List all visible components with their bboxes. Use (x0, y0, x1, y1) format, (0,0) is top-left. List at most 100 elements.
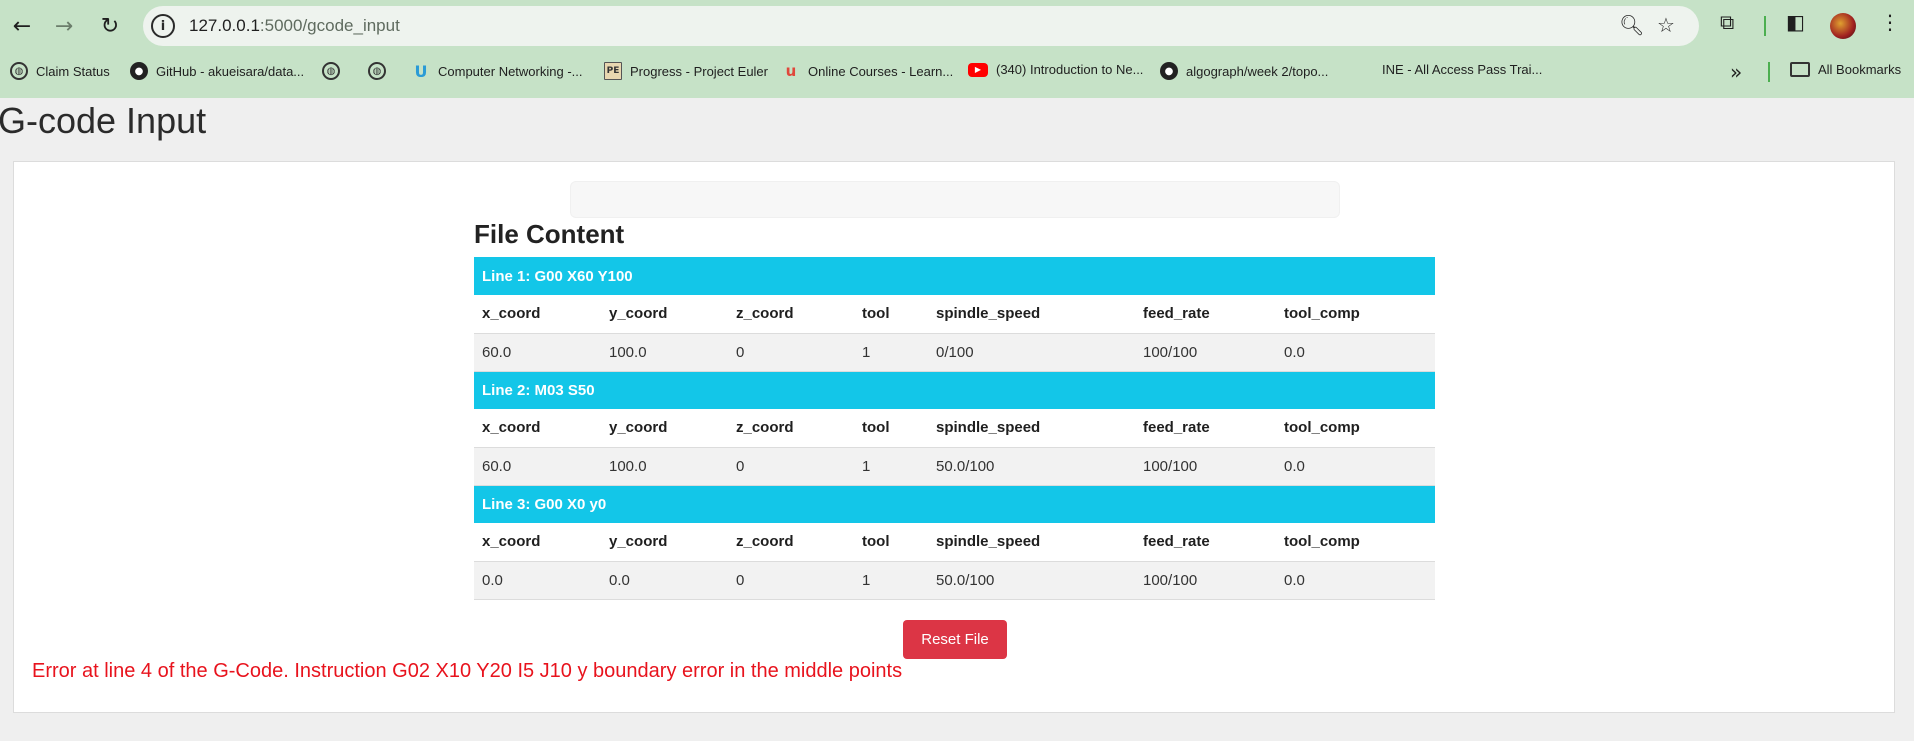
page-title: G-code Input (0, 100, 207, 141)
bookmark-label: Computer Networking -... (438, 63, 583, 79)
column-header: z_coord (728, 523, 854, 562)
reload-icon[interactable]: ↻ (94, 10, 126, 42)
column-header: feed_rate (1135, 409, 1276, 448)
column-header-row: x_coord y_coord z_coord tool spindle_spe… (474, 409, 1435, 448)
column-header: x_coord (474, 409, 601, 448)
table-row: 0.0 0.0 0 1 50.0/100 100/100 0.0 (474, 561, 1435, 600)
table-cell: 0 (728, 447, 854, 486)
url-path: :5000/gcode_input (259, 16, 400, 35)
back-arrow-icon[interactable]: ← (6, 10, 38, 42)
table-cell: 60.0 (474, 333, 601, 372)
folder-icon (1790, 62, 1810, 77)
bookmark-item[interactable]: PE Progress - Project Euler (604, 62, 768, 80)
column-header: spindle_speed (928, 409, 1135, 448)
table-cell: 100/100 (1135, 561, 1276, 600)
column-header: feed_rate (1135, 523, 1276, 562)
table-cell: 0/100 (928, 333, 1135, 372)
table-cell: 100.0 (601, 333, 728, 372)
section-title: File Content (474, 219, 625, 249)
bookmarks-bar: ◍ Claim Status ● GitHub - akueisara/data..… (0, 58, 1914, 86)
column-header: x_coord (474, 295, 601, 334)
table-row: 60.0 100.0 0 1 50.0/100 100/100 0.0 (474, 447, 1435, 486)
table-cell: 60.0 (474, 447, 601, 486)
column-header: z_coord (728, 295, 854, 334)
table-cell: 1 (854, 447, 928, 486)
udemy-icon: u (785, 62, 797, 80)
column-header: y_coord (601, 523, 728, 562)
url-host: 127.0.0.1 (189, 16, 260, 35)
bookmark-label: Progress - Project Euler (630, 63, 768, 79)
table-cell: 50.0/100 (928, 447, 1135, 486)
line-header-row: Line 3: G00 X0 y0 (474, 485, 1435, 523)
table-cell: 100.0 (601, 447, 728, 486)
url-text[interactable]: 127.0.0.1:5000/gcode_input (189, 16, 400, 36)
column-header: spindle_speed (928, 295, 1135, 334)
table-cell: 1 (854, 333, 928, 372)
bookmark-item[interactable]: U Computer Networking -... (412, 61, 583, 81)
forward-arrow-icon[interactable]: → (48, 10, 80, 42)
column-header: tool (854, 523, 928, 562)
line-header: Line 2: M03 S50 (474, 371, 1435, 409)
column-header: tool_comp (1276, 523, 1435, 562)
bookmark-label: GitHub - akueisara/data... (156, 63, 305, 79)
project-euler-icon: PE (604, 62, 622, 80)
profile-avatar[interactable] (1830, 13, 1856, 39)
zoom-icon[interactable]: 🔍︎ (1619, 13, 1644, 37)
table-cell: 0.0 (601, 561, 728, 600)
bookmark-label: Claim Status (36, 63, 110, 79)
gcode-table: Line 1: G00 X60 Y100 x_coord y_coord z_c… (474, 257, 1435, 600)
bookmark-item[interactable]: u Online Courses - Learn... (782, 62, 954, 80)
table-cell: 0.0 (1276, 333, 1435, 372)
globe-icon: ◍ (368, 62, 386, 80)
bookmark-item[interactable]: ● GitHub - akueisara/data... (130, 62, 304, 80)
table-cell: 0.0 (1276, 447, 1435, 486)
bookmark-item[interactable]: INE - All Access Pass Trai... (1382, 62, 1542, 77)
table-row: 60.0 100.0 0 1 0/100 100/100 0.0 (474, 333, 1435, 372)
github-icon: ● (130, 62, 148, 80)
column-header: tool_comp (1276, 409, 1435, 448)
column-header-row: x_coord y_coord z_coord tool spindle_spe… (474, 295, 1435, 334)
table-cell: 0 (728, 333, 854, 372)
address-bar[interactable]: i 127.0.0.1:5000/gcode_input 🔍︎ ☆ (143, 6, 1699, 46)
side-panel-icon[interactable]: ◧ (1786, 10, 1805, 34)
all-bookmarks-button[interactable]: All Bookmarks (1790, 62, 1901, 77)
table-cell: 0.0 (1276, 561, 1435, 600)
all-bookmarks-label: All Bookmarks (1818, 62, 1902, 77)
globe-icon: ◍ (10, 62, 28, 80)
bookmark-item[interactable]: ◍ (322, 62, 348, 80)
table-cell: 0.0 (474, 561, 601, 600)
github-icon: ● (1160, 62, 1178, 80)
column-header: x_coord (474, 523, 601, 562)
bookmark-item[interactable]: ● algograph/week 2/topo... (1160, 62, 1328, 80)
table-cell: 50.0/100 (928, 561, 1135, 600)
extensions-icon[interactable]: ⧉ (1720, 10, 1734, 34)
table-cell: 100/100 (1135, 447, 1276, 486)
table-cell: 1 (854, 561, 928, 600)
menu-kebab-icon[interactable]: ⋮ (1880, 10, 1900, 34)
line-header: Line 1: G00 X60 Y100 (474, 257, 1435, 295)
browser-chrome: ← → ↻ i 127.0.0.1:5000/gcode_input 🔍︎ ☆ … (0, 0, 1914, 98)
line-header-row: Line 1: G00 X60 Y100 (474, 257, 1435, 295)
column-header: y_coord (601, 295, 728, 334)
bookmark-label: INE - All Access Pass Trai... (1382, 62, 1543, 77)
bookmark-label: Online Courses - Learn... (808, 63, 954, 79)
bookmark-item[interactable]: ▶ (340) Introduction to Ne... (968, 62, 1143, 77)
column-header: feed_rate (1135, 295, 1276, 334)
site-info-icon[interactable]: i (151, 14, 175, 38)
bookmarks-divider (1768, 62, 1770, 82)
column-header: tool (854, 409, 928, 448)
line-header-row: Line 2: M03 S50 (474, 371, 1435, 409)
column-header: tool (854, 295, 928, 334)
column-header-row: x_coord y_coord z_coord tool spindle_spe… (474, 523, 1435, 562)
udacity-icon: U (414, 61, 428, 81)
table-cell: 0 (728, 561, 854, 600)
column-header: spindle_speed (928, 523, 1135, 562)
bookmark-item[interactable]: ◍ Claim Status (10, 62, 110, 80)
globe-icon: ◍ (322, 62, 340, 80)
reset-file-button[interactable]: Reset File (903, 620, 1007, 659)
bookmark-item[interactable]: ◍ (368, 62, 394, 80)
bookmarks-overflow-icon[interactable]: » (1730, 60, 1742, 84)
file-input-area[interactable] (570, 181, 1340, 218)
bookmark-star-icon[interactable]: ☆ (1657, 13, 1675, 37)
table-cell: 100/100 (1135, 333, 1276, 372)
